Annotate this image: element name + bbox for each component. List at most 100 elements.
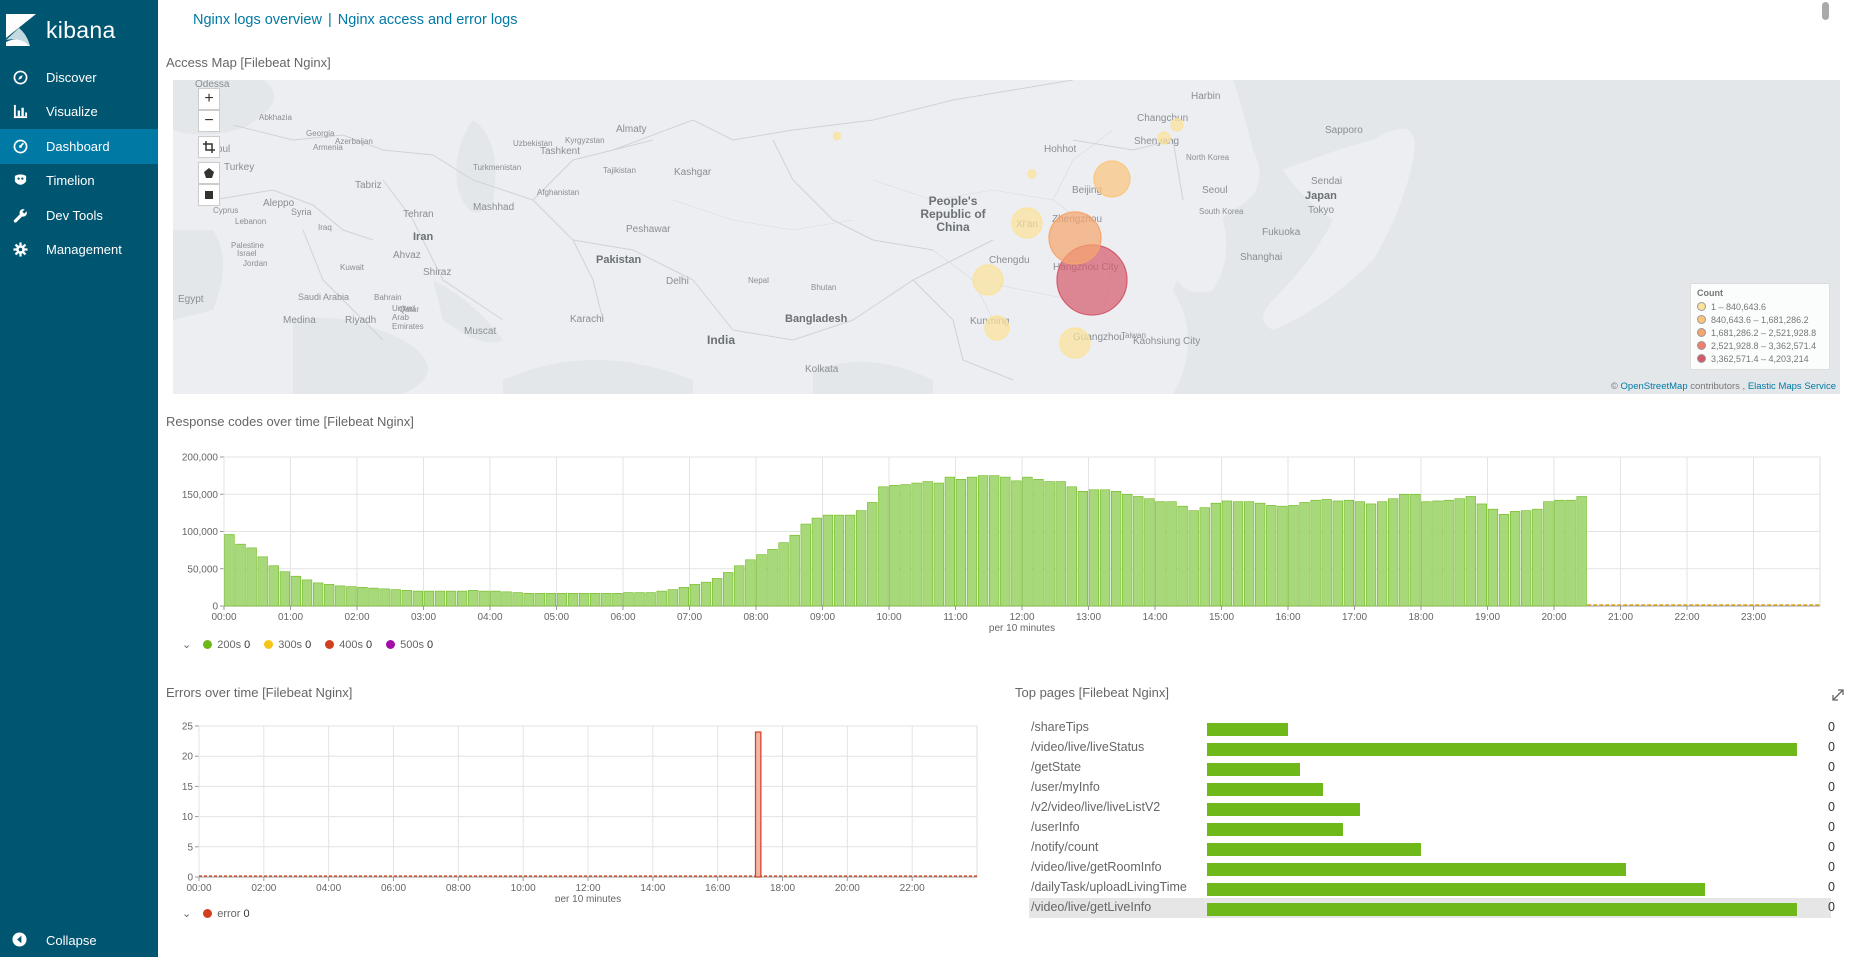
bar-200s[interactable] [1476, 503, 1488, 607]
bar-200s[interactable] [1099, 489, 1111, 607]
map-bubble[interactable] [1027, 169, 1037, 179]
bar-200s[interactable] [656, 590, 667, 607]
bar-200s[interactable] [279, 571, 291, 607]
bar-200s[interactable] [1133, 496, 1144, 607]
bar-200s[interactable] [867, 502, 878, 607]
bar-200s[interactable] [1155, 501, 1166, 607]
errors-chart[interactable]: 0 5 10 15 20 25 00:00 02:00 04:00 06:00 08:00 10:00… [158, 712, 988, 902]
bar-200s[interactable] [1255, 502, 1266, 607]
bar-200s[interactable] [645, 592, 656, 607]
bar-200s[interactable] [1277, 505, 1288, 607]
bar-200s[interactable] [745, 559, 756, 607]
sidebar-item-management[interactable]: Management [0, 233, 158, 268]
bar-200s[interactable] [590, 593, 601, 607]
bar-200s[interactable] [933, 482, 944, 607]
elastic-maps-link[interactable]: Elastic Maps Service [1748, 381, 1836, 392]
bar-200s[interactable] [501, 591, 512, 607]
bar-200s[interactable] [711, 578, 723, 607]
bar-200s[interactable] [235, 543, 246, 607]
bar-200s[interactable] [445, 590, 457, 607]
bar-200s[interactable] [1321, 499, 1332, 607]
bar-200s[interactable] [346, 586, 357, 607]
bar-200s[interactable] [1088, 489, 1100, 607]
top-pages-row[interactable]: /getState 0 [1015, 758, 1835, 778]
legend-item[interactable]: 400s 0 [325, 639, 372, 651]
bar-200s[interactable] [678, 587, 689, 607]
map-bubble[interactable] [972, 264, 1004, 296]
bar-200s[interactable] [689, 584, 701, 607]
bar-200s[interactable] [1509, 511, 1521, 607]
bar-200s[interactable] [900, 484, 911, 607]
zoom-in-button[interactable]: + [198, 88, 220, 110]
bar-200s[interactable] [1166, 501, 1177, 607]
bar-200s[interactable] [1521, 510, 1532, 607]
crop-tool-button[interactable] [198, 136, 220, 158]
bar-200s[interactable] [966, 476, 978, 607]
bar-200s[interactable] [667, 589, 678, 607]
bar-200s[interactable] [1122, 493, 1133, 607]
bar-200s[interactable] [1376, 501, 1388, 607]
bar-200s[interactable] [412, 590, 423, 607]
bar-200s[interactable] [922, 481, 933, 607]
openstreetmap-link[interactable]: OpenStreetMap [1621, 381, 1688, 392]
bar-200s[interactable] [479, 590, 490, 607]
access-map[interactable]: OdessaAbkhaziaGeorgiaArmeniaAzerbaijanta… [173, 80, 1840, 394]
sidebar-item-timelion[interactable]: Timelion [0, 164, 158, 199]
bar-200s[interactable] [534, 593, 545, 607]
bar-200s[interactable] [390, 589, 401, 607]
top-pages-row[interactable]: /video/live/liveStatus 0 [1015, 738, 1835, 758]
bar-200s[interactable] [368, 587, 379, 607]
top-pages-row[interactable]: /video/live/getLiveInfo 0 [1015, 898, 1835, 918]
legend-item[interactable]: 500s 0 [386, 639, 433, 651]
bar-200s[interactable] [1144, 498, 1155, 607]
top-pages-row[interactable]: /notify/count 0 [1015, 838, 1835, 858]
map-bubble[interactable] [1093, 160, 1131, 198]
bar-200s[interactable] [545, 593, 556, 607]
bar-200s[interactable] [312, 582, 324, 607]
top-pages-row[interactable]: /userInfo 0 [1015, 818, 1835, 838]
map-bubble[interactable] [984, 315, 1010, 341]
bar-200s[interactable] [1343, 499, 1355, 607]
zoom-out-button[interactable]: − [198, 110, 220, 132]
bar-200s[interactable] [878, 486, 889, 607]
bar-200s[interactable] [1543, 501, 1554, 607]
bar-200s[interactable] [1410, 493, 1421, 607]
bar-200s[interactable] [955, 479, 967, 607]
bar-200s[interactable] [1243, 501, 1255, 607]
polygon-draw-button[interactable] [198, 162, 220, 184]
bar-200s[interactable] [1354, 501, 1366, 607]
bar-200s[interactable] [1266, 505, 1277, 607]
bar-200s[interactable] [357, 587, 368, 607]
bar-200s[interactable] [468, 590, 479, 607]
bar-200s[interactable] [889, 485, 900, 607]
bar-200s[interactable] [1554, 499, 1565, 607]
bar-200s[interactable] [634, 592, 645, 607]
bar-200s[interactable] [1332, 500, 1343, 607]
bar-200s[interactable] [1210, 502, 1222, 607]
bar-200s[interactable] [623, 592, 634, 607]
bar-200s[interactable] [490, 590, 501, 607]
bar-200s[interactable] [1454, 498, 1465, 607]
top-pages-row[interactable]: /video/live/getRoomInfo 0 [1015, 858, 1835, 878]
bar-200s[interactable] [756, 554, 767, 607]
bar-200s[interactable] [601, 593, 612, 607]
bar-200s[interactable] [246, 547, 257, 607]
map-bubble[interactable] [1157, 131, 1171, 145]
bar-200s[interactable] [944, 476, 955, 607]
map-bubble[interactable] [832, 131, 842, 141]
bar-200s[interactable] [700, 581, 712, 607]
bar-200s[interactable] [324, 584, 335, 607]
bar-200s[interactable] [379, 588, 390, 607]
response-codes-chart[interactable]: 0 50,000 100,000 150,000 200,000 00:00 01:00 02… [158, 440, 1858, 635]
bar-200s[interactable] [612, 593, 623, 607]
legend-item[interactable]: error 0 [203, 908, 250, 920]
bar-200s[interactable] [224, 534, 235, 607]
sidebar-item-dev-tools[interactable]: Dev Tools [0, 198, 158, 233]
bar-200s[interactable] [1310, 499, 1321, 607]
collapse-button[interactable]: Collapse [0, 923, 158, 957]
bar-200s[interactable] [301, 579, 313, 607]
bar-200s[interactable] [268, 565, 279, 607]
bar-200s[interactable] [767, 549, 778, 607]
bar-200s[interactable] [1044, 481, 1055, 607]
top-pages-row[interactable]: /shareTips 0 [1015, 718, 1835, 738]
